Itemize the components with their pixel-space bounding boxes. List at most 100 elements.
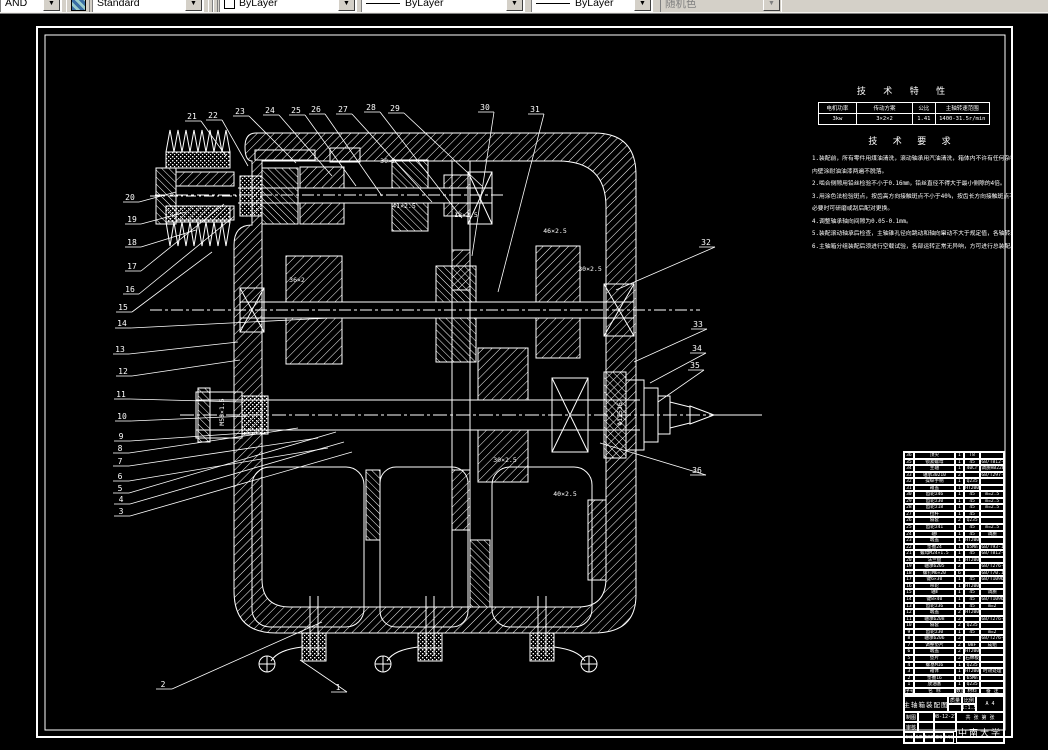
title-block-mark: 年月日 [944, 732, 954, 743]
tech-requirement-line: 4.调整轴承轴向间隙为0.05-0.1mm。 [812, 218, 912, 225]
drain-fitting [529, 632, 598, 673]
chevron-down-icon: ▼ [763, 0, 780, 11]
chevron-down-icon[interactable]: ▼ [506, 0, 523, 11]
callout-leader [131, 251, 213, 313]
linetype-control-combo[interactable]: ByLayer ▼ [361, 0, 525, 13]
drawing-title: 主轴箱装配图 [904, 696, 948, 712]
housing-windows [251, 466, 593, 628]
dimension-label: Φ125J6 [616, 402, 624, 426]
tech-spec-value: 3×2×2 [855, 113, 914, 125]
tech-requirement-line: 3.用涂色法检验斑点，按齿高方向接触斑点不小于40%，按齿长方向接触斑点不小于5… [812, 193, 1012, 200]
color-control-value: ByLayer [239, 0, 278, 9]
text-style-button[interactable] [66, 0, 90, 13]
chevron-down-icon[interactable]: ▼ [43, 0, 60, 11]
drawn-date: 08-12-27 [934, 712, 956, 722]
callout-number: 12 [118, 367, 128, 376]
dimension-label: 40×2.5 [553, 490, 577, 498]
chevron-down-icon[interactable]: ▼ [338, 0, 355, 11]
callout-number: 29 [390, 104, 400, 113]
check-date [934, 722, 956, 732]
parts-header-cell: 序号 [904, 687, 914, 695]
dimension-label: 30×2.5 [578, 265, 602, 273]
color-control-combo[interactable]: ByLayer ▼ [219, 0, 357, 13]
lineweight-control-value: ByLayer [575, 0, 614, 9]
tech-requirement-line: 1.装配前，所有零件用煤油清洗，滚动轴承用汽油清洗，箱体内不许有任何杂物存在。 [812, 156, 1012, 162]
dimension-label: 46×2.5 [543, 227, 567, 235]
parts-list: 36顶尖1T835锁紧螺母145GB/T812-198834主轴140Cr调质H… [903, 451, 1005, 696]
callout-number: 20 [125, 193, 135, 202]
callout-number: 32 [701, 238, 711, 247]
callout-number: 36 [692, 466, 702, 475]
callout-number: 35 [690, 361, 700, 370]
callout-leader [128, 447, 329, 482]
tech-requirement-line: 2.啮合侧隙用铅丝检验不小于0.16mm，铅丝直径不得大于最小侧隙的4倍。 [812, 181, 1006, 187]
linetype-control-value: ByLayer [405, 0, 444, 9]
tech-spec-value: 1.41 [912, 113, 936, 125]
callout-number: 1 [336, 683, 341, 692]
callout-number: 15 [118, 303, 128, 312]
title-block-mark: 标记 [904, 732, 914, 743]
chevron-down-icon[interactable]: ▼ [634, 0, 651, 11]
cad-drawing-canvas[interactable]: 1 2 3 4 5 6 7 8 9 10 11 12 13 14 15 16 17 18 19 20 21 22 23 24 2… [0, 14, 1048, 745]
callout-number: 30 [480, 103, 490, 112]
drawn-name [918, 712, 934, 722]
callout-number: 16 [125, 285, 135, 294]
parts-header-cell: 备 注 [980, 687, 1004, 695]
color-swatch-icon [224, 0, 235, 9]
spindle [180, 347, 762, 483]
tech-spec-header: 电机功率 [818, 102, 857, 114]
dimension-label: 30×2 [380, 157, 396, 165]
parts-header-cell: 材料 [963, 687, 981, 695]
callout-number: 5 [118, 484, 123, 493]
weight-value [948, 704, 962, 712]
linetype-sample-icon [366, 2, 400, 4]
callout-number: 26 [311, 105, 321, 114]
tech-requirement-line: 6.主轴箱分组装配后须进行空载试验，各部运转正常无异响，方可进行总装配。 [812, 243, 1012, 250]
callout-number: 2 [161, 680, 166, 689]
dim-style-value: AND [5, 0, 28, 9]
callout-number: 25 [291, 106, 301, 115]
sheet-size: A 4 [976, 696, 1004, 712]
callout-leader [171, 621, 323, 690]
dimension-label: 30×2.5 [493, 456, 517, 464]
tech-spec-block: 技 术 特 性 电机功率 传动方案 公比 主轴转速范围 3kw 3×2×2 1.41 140… [818, 84, 991, 125]
scale-value: 1:1.5 [962, 704, 976, 712]
callout-number: 10 [117, 412, 127, 421]
callout-number: 14 [117, 319, 127, 328]
dimension-label: M56×1.5 [218, 398, 226, 425]
dim-style-combo[interactable]: AND ▼ [0, 0, 62, 13]
chevron-down-icon[interactable]: ▼ [185, 0, 202, 11]
callout-number: 8 [118, 444, 123, 453]
tech-requirements-block: 技 术 要 求 1.装配前，所有零件用煤油清洗，滚动轴承用汽油清洗，箱体内不许有… [812, 134, 1012, 253]
dimension-label: 18×2.5 [454, 211, 478, 219]
tech-spec-value: 3kw [818, 113, 857, 125]
callout-number: 27 [338, 105, 348, 114]
organization-name: 中南大学 [956, 722, 1004, 743]
tech-requirement-line: 5.装配滚动轴承后检查，主轴锥孔径向跳动和轴向窜动不大于规定值，各轴转动灵活。 [812, 231, 1012, 237]
callout-number: 19 [127, 215, 137, 224]
text-style-combo[interactable]: Standard ▼ [92, 0, 204, 13]
callout-leader [138, 217, 233, 295]
title-block-mark: 更改文件号 [924, 732, 934, 743]
callout-number: 33 [693, 320, 703, 329]
weight-label: 质量 [948, 696, 962, 704]
callout-leader [128, 431, 337, 494]
callout-leader [128, 341, 239, 355]
lineweight-control-combo[interactable]: ByLayer ▼ [531, 0, 653, 13]
parts-header-cell: 名 称 [913, 687, 955, 695]
dimension-label: 36×2 [289, 276, 305, 284]
tech-spec-header: 主轴转速范围 [934, 102, 991, 114]
callout-number: 24 [265, 106, 275, 115]
parts-header-cell: 数量 [954, 687, 964, 695]
scale-label: 比例 [962, 696, 976, 704]
callout-number: 7 [118, 457, 123, 466]
toolbar-grip[interactable] [213, 0, 218, 13]
callout-number: 17 [127, 262, 137, 271]
tech-requirement-line: 内壁涂耐油油漆两遍不脱落。 [812, 168, 888, 175]
tech-spec-header: 公比 [912, 102, 936, 114]
check-name [918, 722, 934, 732]
title-block-mark: 签名 [934, 732, 944, 743]
check-label: 审核 [904, 722, 918, 732]
lineweight-sample-icon [536, 2, 570, 4]
tech-requirements-title: 技 术 要 求 [868, 137, 956, 147]
